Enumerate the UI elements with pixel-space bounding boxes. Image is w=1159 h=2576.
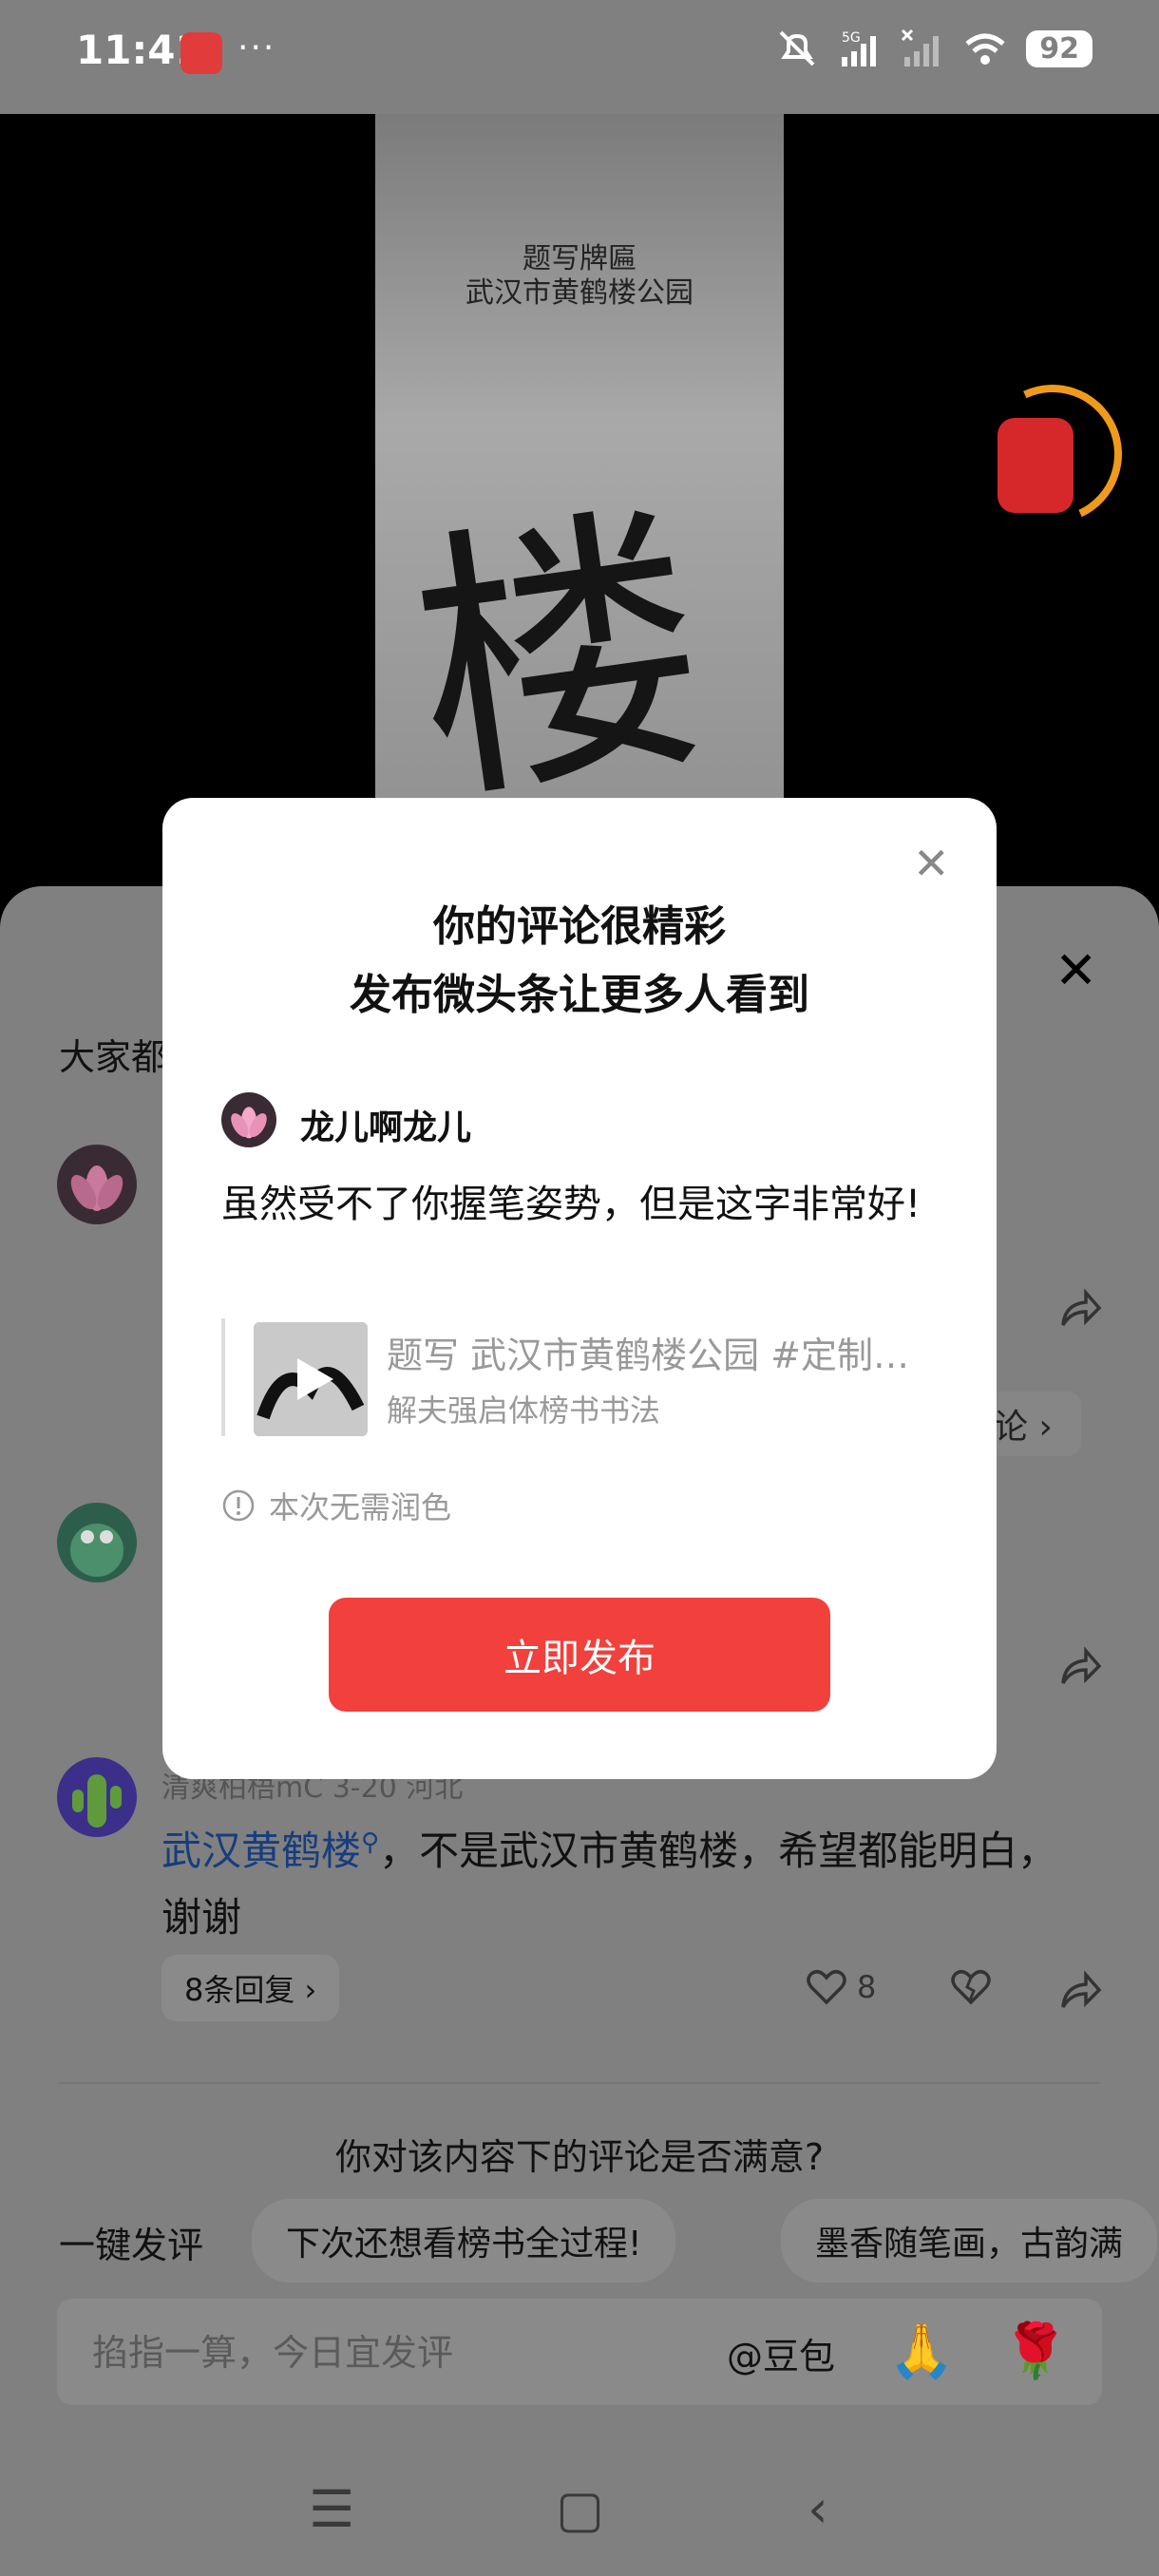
avatar[interactable] xyxy=(57,1757,137,1837)
frog-avatar-image xyxy=(70,1524,124,1577)
wifi-icon xyxy=(965,33,1005,65)
replies-button[interactable]: 8条回复 › xyxy=(162,1955,340,2021)
comment-preview: 虽然受不了你握笔姿势，但是这字非常好! xyxy=(221,1183,922,1226)
more-notifications-icon: ··· xyxy=(238,28,276,67)
user-avatar xyxy=(221,1092,276,1147)
back-icon[interactable]: ‹ xyxy=(808,2479,828,2539)
signal-5g-icon: 5G xyxy=(842,30,877,66)
divider xyxy=(59,2082,1100,2084)
video-reference-card: 题写 武汉市黄鹤楼公园 #定制牌匾 解夫强启体榜书书法 xyxy=(221,1318,947,1436)
survey-question: 你对该内容下的评论是否满意? xyxy=(334,2136,825,2178)
broken-heart-icon[interactable] xyxy=(950,1968,992,2006)
comment-sheet-heading: 大家都 xyxy=(59,1036,168,1078)
video-player[interactable]: 题写牌匾 武汉市黄鹤楼公园 楼 xyxy=(0,114,1159,893)
share-icon[interactable] xyxy=(1057,1287,1103,1329)
calligraphy-character: 楼 xyxy=(394,474,724,843)
signal-5g-label: 5G xyxy=(842,30,861,46)
play-icon xyxy=(254,1322,368,1436)
like-button[interactable]: 8 xyxy=(806,1968,876,2006)
menu-icon[interactable]: ☰ xyxy=(309,2479,354,2539)
lotus-avatar-image xyxy=(70,1165,124,1211)
publish-dialog: ✕ 你的评论很精彩 发布微头条让更多人看到 龙儿啊龙儿 虽然受不了你握笔姿势，但… xyxy=(162,798,997,1779)
video-caption: 题写牌匾 武汉市黄鹤楼公园 xyxy=(375,242,784,311)
video-frame: 题写牌匾 武汉市黄鹤楼公园 楼 xyxy=(375,114,784,893)
dialog-title-line-1: 你的评论很精彩 xyxy=(433,902,726,951)
comment-text: 武汉黄鹤楼⚲，不是武汉市黄鹤楼，希望都能明白，谢谢 xyxy=(162,1809,1074,1951)
video-thumbnail xyxy=(254,1322,368,1436)
quick-comment-chip[interactable]: 下次还想看榜书全过程! xyxy=(252,2199,676,2282)
share-icon[interactable] xyxy=(1057,1969,1103,2011)
info-icon xyxy=(222,1489,255,1522)
username: 龙儿啊龙儿 xyxy=(300,1108,472,1147)
polish-note: 本次无需润色 xyxy=(221,1484,451,1527)
publish-now-button[interactable]: 立即发布 xyxy=(329,1598,830,1712)
topic-link[interactable]: 武汉黄鹤楼 xyxy=(162,1828,361,1874)
video-author: 解夫强启体榜书书法 xyxy=(387,1392,661,1429)
close-comments-icon[interactable]: ✕ xyxy=(1054,940,1097,1000)
status-icons: 5G 92 xyxy=(775,28,1092,68)
dialog-title-line-2: 发布微头条让更多人看到 xyxy=(350,971,809,1019)
search-icon: ⚲ xyxy=(361,1828,380,1857)
mention-doubao-button[interactable]: @豆包 xyxy=(727,2327,835,2379)
video-caption-line-2: 武汉市黄鹤楼公园 xyxy=(466,276,694,310)
video-title: 题写 武汉市黄鹤楼公园 #定制牌匾 xyxy=(387,1335,919,1376)
lotus-avatar-image xyxy=(231,1107,267,1139)
like-count: 8 xyxy=(857,1969,877,2005)
home-icon[interactable]: ▢ xyxy=(556,2479,604,2539)
app-notification-icon xyxy=(180,32,222,74)
polish-note-text: 本次无需润色 xyxy=(269,1489,452,1525)
video-caption-line-1: 题写牌匾 xyxy=(522,242,636,275)
comment-input[interactable] xyxy=(90,2323,664,2382)
rose-emoji-button[interactable]: 🌹 xyxy=(1002,2320,1069,2382)
share-icon[interactable] xyxy=(1057,1645,1103,1687)
dialog-title: 你的评论很精彩 发布微头条让更多人看到 xyxy=(162,893,997,1030)
close-dialog-icon[interactable]: ✕ xyxy=(913,838,950,889)
battery-icon: 92 xyxy=(1026,29,1092,67)
mute-icon xyxy=(779,30,815,66)
pray-emoji-button[interactable]: 🙏 xyxy=(888,2320,955,2382)
quick-comment-chip[interactable]: 墨香随笔画，古韵满 xyxy=(781,2199,1158,2282)
heart-icon xyxy=(807,1970,846,2005)
red-envelope-icon[interactable] xyxy=(998,418,1074,513)
quick-comment-label: 一键发评 xyxy=(59,2225,204,2266)
signal-no-service-icon xyxy=(902,28,940,66)
avatar[interactable] xyxy=(57,1145,137,1224)
avatar[interactable] xyxy=(57,1503,137,1582)
view-replies-chip[interactable]: 论 › xyxy=(988,1392,1081,1456)
status-bar: 11:41 ··· 5G 92 xyxy=(0,0,1159,114)
cactus-avatar-image xyxy=(72,1774,122,1828)
